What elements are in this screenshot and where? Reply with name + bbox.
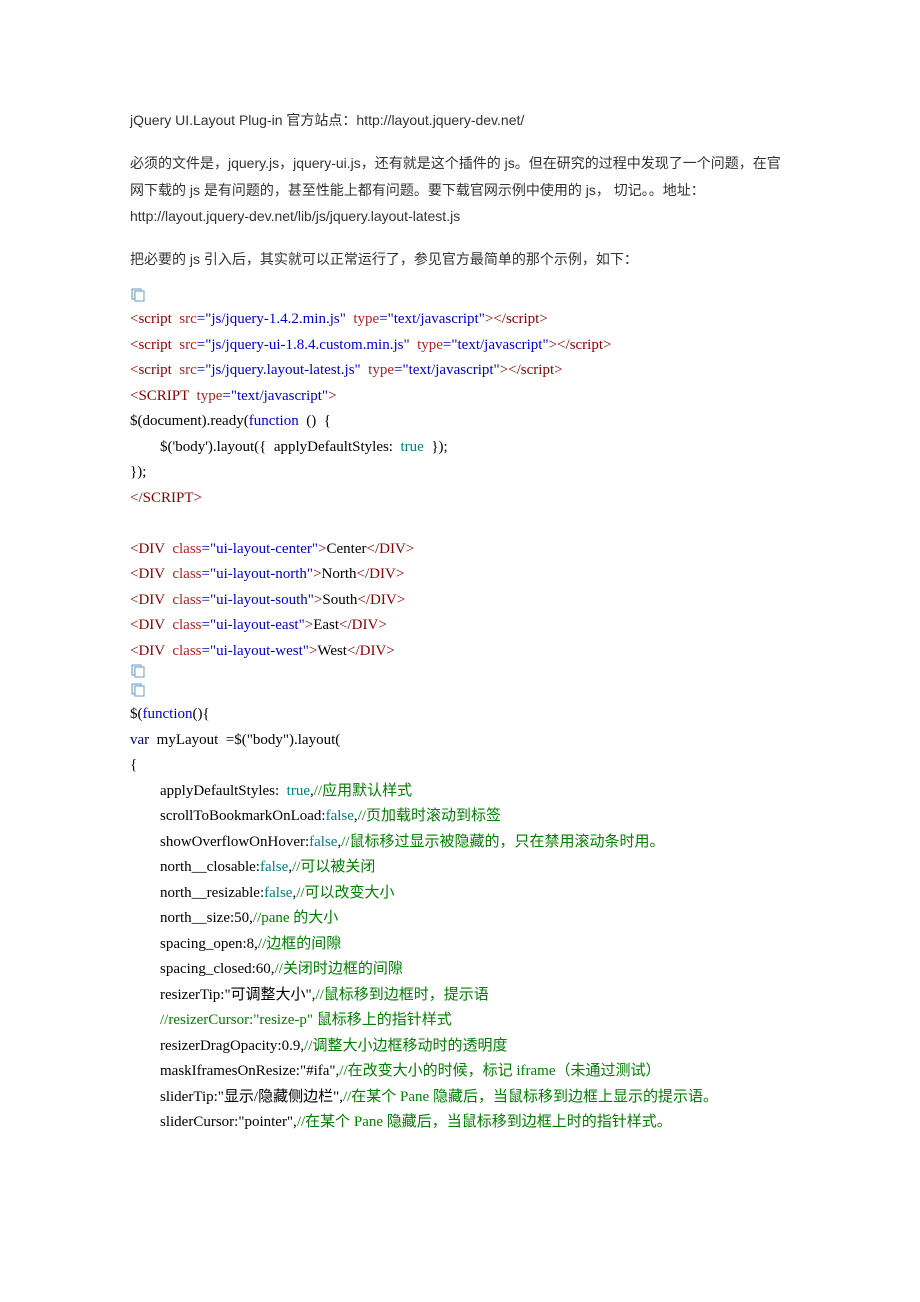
document-page: jQuery UI.Layout Plug-in 官方站点：http://lay… bbox=[0, 0, 920, 1302]
site-label: 官方站点： bbox=[283, 112, 357, 128]
paragraph-1: 必须的文件是，jquery.js，jquery-ui.js，还有就是这个插件的 … bbox=[130, 150, 790, 230]
site-url: http://layout.jquery-dev.net/ bbox=[356, 112, 524, 128]
copy-icon[interactable] bbox=[130, 288, 146, 302]
code-block-2: $(function(){ var myLayout =$("body").la… bbox=[130, 702, 790, 1136]
copy-icon[interactable] bbox=[130, 683, 146, 697]
code-block-1: <script src="js/jquery-1.4.2.min.js" typ… bbox=[130, 307, 790, 664]
plugin-name: jQuery UI.Layout Plug-in bbox=[130, 112, 283, 128]
paragraph-2: 把必要的 js 引入后，其实就可以正常运行了，参见官方最简单的那个示例，如下： bbox=[130, 246, 790, 273]
page-title: jQuery UI.Layout Plug-in 官方站点：http://lay… bbox=[130, 110, 790, 130]
copy-icon[interactable] bbox=[130, 664, 146, 678]
